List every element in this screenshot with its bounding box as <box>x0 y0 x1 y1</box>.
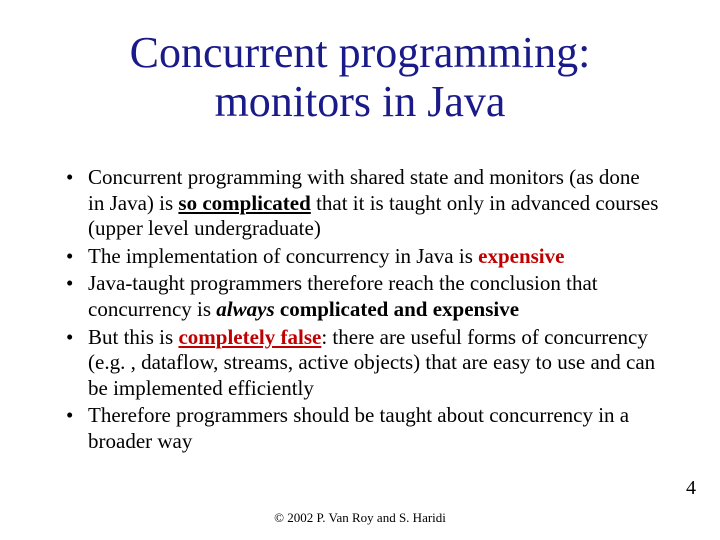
emphasis-text: complicated and expensive <box>280 297 519 321</box>
footer-copyright: © 2002 P. Van Roy and S. Haridi <box>0 510 720 526</box>
slide: Concurrent programming: monitors in Java… <box>0 0 720 540</box>
title-line-1: Concurrent programming: <box>130 28 591 77</box>
list-item: Java-taught programmers therefore reach … <box>60 271 660 322</box>
bullet-text: But this is <box>88 325 178 349</box>
emphasis-text: completely false <box>178 325 321 349</box>
page-number: 4 <box>686 477 696 500</box>
list-item: Therefore programmers should be taught a… <box>60 403 660 454</box>
bullet-text: The implementation of concurrency in Jav… <box>88 244 478 268</box>
title-line-2: monitors in Java <box>215 77 506 126</box>
emphasis-text: expensive <box>478 244 564 268</box>
slide-body: Concurrent programming with shared state… <box>60 165 660 457</box>
emphasis-text: so complicated <box>178 191 310 215</box>
list-item: Concurrent programming with shared state… <box>60 165 660 242</box>
bullet-list: Concurrent programming with shared state… <box>60 165 660 455</box>
list-item: The implementation of concurrency in Jav… <box>60 244 660 270</box>
emphasis-text: always <box>216 297 274 321</box>
slide-title: Concurrent programming: monitors in Java <box>0 28 720 127</box>
list-item: But this is completely false: there are … <box>60 325 660 402</box>
bullet-text: Therefore programmers should be taught a… <box>88 403 629 453</box>
